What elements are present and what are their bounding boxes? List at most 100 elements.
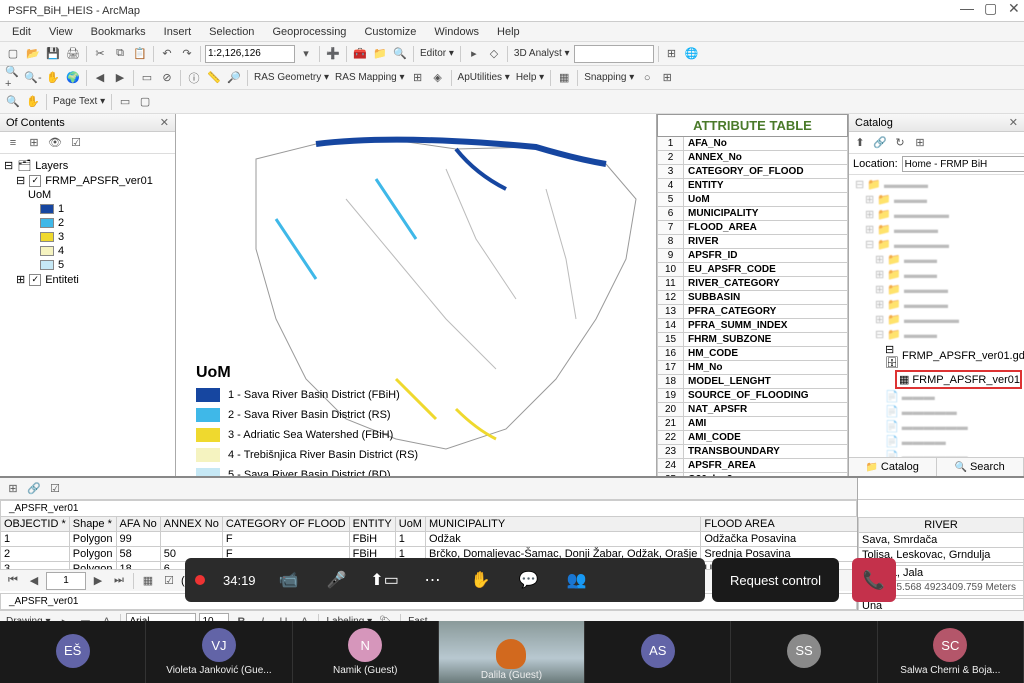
zoom-in-icon[interactable]: 🔍+ (4, 69, 22, 87)
participant[interactable]: NNamik (Guest) (293, 621, 439, 683)
globe-icon[interactable]: 🌐 (683, 45, 701, 63)
pointer-icon[interactable]: ▸ (465, 45, 483, 63)
pan-icon[interactable]: ✋ (44, 69, 62, 87)
redo-icon[interactable]: ↷ (178, 45, 196, 63)
find-icon[interactable]: 🔎 (225, 69, 243, 87)
attribute-row[interactable]: 8RIVER (657, 235, 848, 249)
page-text-dropdown[interactable]: Page Text ▾ (51, 96, 107, 107)
cut-icon[interactable]: ✂ (91, 45, 109, 63)
search-icon[interactable]: 🔍 (391, 45, 409, 63)
menu-windows[interactable]: Windows (426, 24, 487, 40)
open-icon[interactable]: 📂 (24, 45, 42, 63)
attribute-row[interactable]: 9APSFR_ID (657, 249, 848, 263)
request-control-button[interactable]: Request control (712, 558, 839, 602)
attribute-row[interactable]: 14PFRA_SUMM_INDEX (657, 319, 848, 333)
attribute-row[interactable]: 10EU_APSFR_CODE (657, 263, 848, 277)
participant[interactable]: AS (585, 621, 731, 683)
catalog-selected-layer[interactable]: FRMP_APSFR_ver01 (912, 374, 1020, 386)
toc-layers-label[interactable]: Layers (35, 160, 68, 172)
attribute-row[interactable]: 23TRANSBOUNDARY (657, 445, 848, 459)
attribute-row[interactable]: 12SUBBASIN (657, 291, 848, 305)
attribute-row[interactable]: 4ENTITY (657, 179, 848, 193)
attribute-row[interactable]: 2ANNEX_No (657, 151, 848, 165)
toc-layer-name[interactable]: FRMP_APSFR_ver01 (45, 175, 153, 187)
attribute-row[interactable]: 7FLOOD_AREA (657, 221, 848, 235)
help-dropdown[interactable]: Help ▾ (514, 72, 546, 83)
toolbox-icon[interactable]: 🧰 (351, 45, 369, 63)
catalog-tab[interactable]: 📁 Catalog (849, 458, 937, 476)
catalog-icon[interactable]: 📁 (371, 45, 389, 63)
undo-icon[interactable]: ↶ (158, 45, 176, 63)
next-extent-icon[interactable]: ▶ (111, 69, 129, 87)
raise-hand-icon[interactable]: ✋ (466, 565, 496, 595)
layer-checkbox[interactable]: ✓ (29, 175, 41, 187)
menu-insert[interactable]: Insert (156, 24, 200, 40)
ras-tool-icon[interactable]: ⊞ (409, 69, 427, 87)
table-select-icon[interactable]: ☑ (46, 480, 64, 498)
people-icon[interactable]: 👥 (562, 565, 592, 595)
attribute-row[interactable]: 19SOURCE_OF_FLOODING (657, 389, 848, 403)
participant[interactable]: VJVioleta Janković (Gue... (146, 621, 292, 683)
layout-pan-icon[interactable]: ✋ (24, 93, 42, 111)
menu-geoprocessing[interactable]: Geoprocessing (264, 24, 354, 40)
prev-record-icon[interactable]: ◀ (25, 572, 43, 590)
attribute-row[interactable]: 17HM_No (657, 361, 848, 375)
layout-icon[interactable]: ▦ (555, 69, 573, 87)
attribute-row[interactable]: 18MODEL_LENGHT (657, 375, 848, 389)
menu-edit[interactable]: Edit (4, 24, 39, 40)
3d-layer-select[interactable] (574, 45, 654, 63)
first-record-icon[interactable]: ⏮ (4, 572, 22, 590)
data-frame-icon[interactable]: ▭ (116, 93, 134, 111)
snap-point-icon[interactable]: ○ (638, 69, 656, 87)
attribute-row[interactable]: 16HM_CODE (657, 347, 848, 361)
attribute-row[interactable]: 5UoM (657, 193, 848, 207)
toc-entiteti[interactable]: Entiteti (45, 274, 79, 286)
next-record-icon[interactable]: ▶ (89, 572, 107, 590)
toc-close-icon[interactable]: ✕ (160, 116, 169, 129)
scale-input[interactable] (205, 45, 295, 63)
record-number-input[interactable] (46, 572, 86, 590)
minimize-button[interactable]: — (960, 2, 972, 14)
ras-geometry-dropdown[interactable]: RAS Geometry ▾ (252, 72, 331, 83)
show-all-icon[interactable]: ▦ (139, 572, 157, 590)
toc-list-by-drawing-icon[interactable]: ≡ (4, 134, 22, 152)
participant[interactable]: SS (731, 621, 877, 683)
snap-edge-icon[interactable]: ⊞ (658, 69, 676, 87)
table-row[interactable]: Sava, Smrdača (859, 533, 1024, 548)
catalog-toggle-icon[interactable]: ⊞ (911, 134, 929, 152)
zoom-out-icon[interactable]: 🔍- (24, 69, 42, 87)
layout-zoom-icon[interactable]: 🔍 (4, 93, 22, 111)
catalog-close-icon[interactable]: ✕ (1009, 116, 1018, 129)
table-tab-label[interactable]: _APSFR_ver01 (0, 500, 857, 516)
attribute-row[interactable]: 11RIVER_CATEGORY (657, 277, 848, 291)
table-options-icon[interactable]: ⊞ (4, 480, 22, 498)
catalog-refresh-icon[interactable]: ↻ (891, 134, 909, 152)
participant[interactable]: SCSalwa Cherni & Boja... (878, 621, 1024, 683)
scale-dropdown-icon[interactable]: ▾ (297, 45, 315, 63)
more-icon[interactable]: ⋯ (418, 565, 448, 595)
catalog-up-icon[interactable]: ⬆ (851, 134, 869, 152)
last-record-icon[interactable]: ⏭ (110, 572, 128, 590)
attribute-row[interactable]: 3CATEGORY_OF_FLOOD (657, 165, 848, 179)
3d-analyst-dropdown[interactable]: 3D Analyst ▾ (512, 48, 572, 59)
mic-icon[interactable]: 🎤 (322, 565, 352, 595)
menu-help[interactable]: Help (489, 24, 528, 40)
ras-mapping-dropdown[interactable]: RAS Mapping ▾ (333, 72, 407, 83)
entiteti-checkbox[interactable]: ✓ (29, 274, 41, 286)
menu-customize[interactable]: Customize (356, 24, 424, 40)
toc-list-by-selection-icon[interactable]: ☑ (67, 134, 85, 152)
new-icon[interactable]: ▢ (4, 45, 22, 63)
toc-list-by-visibility-icon[interactable]: 👁 (46, 134, 64, 152)
neatline-icon[interactable]: ▢ (136, 93, 154, 111)
ap-utilities-dropdown[interactable]: ApUtilities ▾ (456, 72, 512, 83)
catalog-tree[interactable]: ⊟ 📁 ▬▬▬▬ ⊞ 📁 ▬▬▬ ⊞ 📁 ▬▬▬▬▬ ⊞ 📁 ▬▬▬▬ ⊟ 📁 … (849, 175, 1024, 457)
attribute-row[interactable]: 1AFA_No (657, 137, 848, 151)
snapping-dropdown[interactable]: Snapping ▾ (582, 72, 636, 83)
measure-icon[interactable]: 📏 (205, 69, 223, 87)
menu-bookmarks[interactable]: Bookmarks (83, 24, 154, 40)
camera-icon[interactable]: 📹 (274, 565, 304, 595)
toc-sublayer[interactable]: UoM (28, 189, 51, 201)
table-related-icon[interactable]: 🔗 (25, 480, 43, 498)
catalog-location-input[interactable] (902, 156, 1024, 172)
full-extent-icon[interactable]: 🌍 (64, 69, 82, 87)
